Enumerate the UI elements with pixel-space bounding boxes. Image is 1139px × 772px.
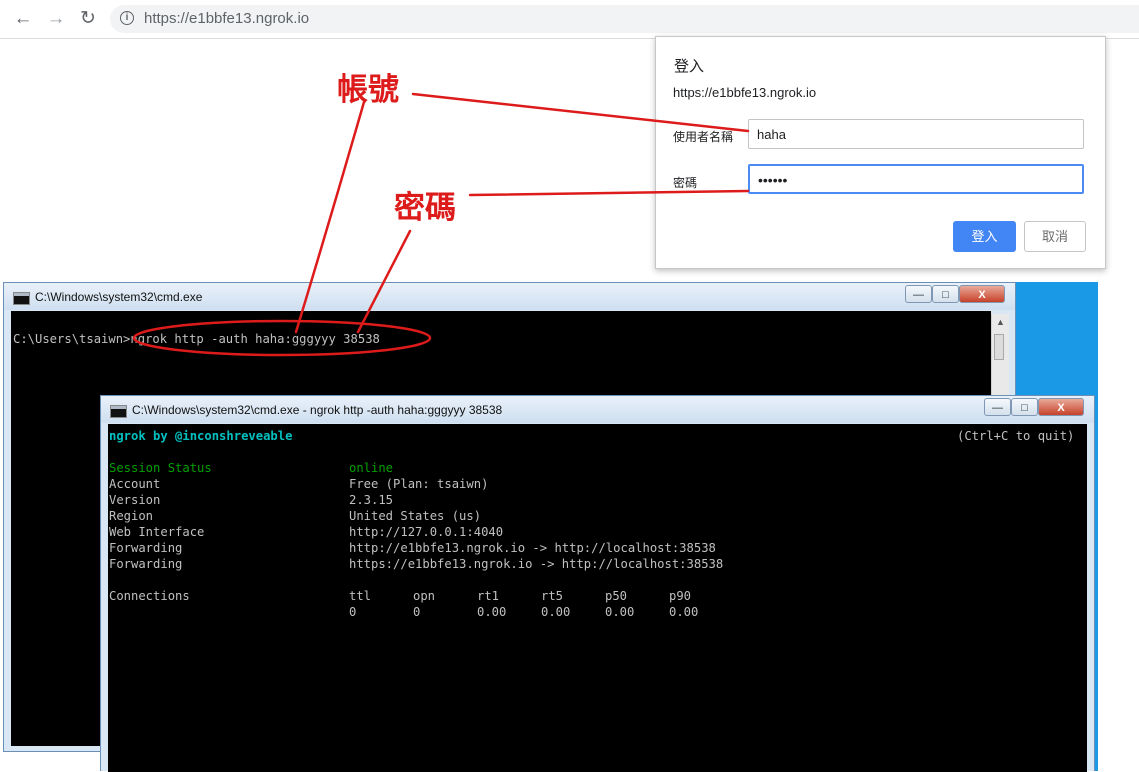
command-highlight-circle [132,319,432,357]
password-pointer-line [356,229,412,334]
annotation-overlay [132,92,750,357]
password-callout-line [468,189,750,197]
account-callout-line [411,92,750,133]
account-pointer-line [294,100,366,334]
account-annotation: 帳號 [337,72,399,108]
password-annotation: 密碼 [394,190,456,226]
